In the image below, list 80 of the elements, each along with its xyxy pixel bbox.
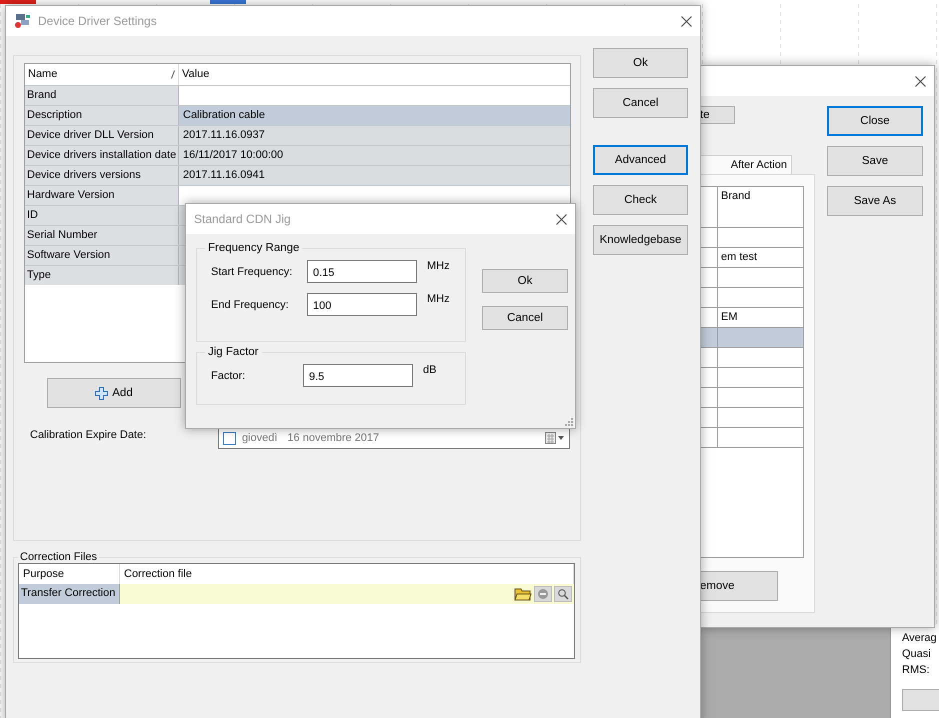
search-icon[interactable] [554, 586, 572, 602]
measure-label: Quasi [902, 647, 932, 662]
property-name: Device driver DLL Version [25, 126, 179, 145]
measure-label: RMS: [902, 663, 930, 678]
dialog-button[interactable]: Save As [827, 186, 923, 216]
table-cell[interactable]: Transfer Correction [19, 584, 120, 604]
group-title: Jig Factor [207, 346, 260, 358]
unit-label: dB [423, 364, 436, 376]
dialog-button[interactable]: Knowledgebase [593, 225, 688, 255]
file-field[interactable] [120, 584, 574, 604]
property-name: ID [25, 206, 179, 225]
folder-icon[interactable] [514, 586, 532, 602]
dialog-button[interactable]: Close [827, 106, 923, 136]
window-title: Standard CDN Jig [194, 212, 292, 226]
dialog-button[interactable]: Cancel [593, 88, 688, 118]
table-row[interactable] [700, 388, 803, 408]
input-field[interactable]: 9.5 [303, 364, 413, 387]
field-label: Factor: [211, 370, 246, 382]
close-icon[interactable] [915, 76, 926, 86]
table-row[interactable] [700, 268, 803, 288]
calendar-dropdown-icon[interactable] [545, 432, 565, 444]
property-value[interactable]: 16/11/2017 10:00:00 [179, 146, 570, 165]
property-value[interactable]: Calibration cable [179, 106, 570, 125]
table-cell: em test [717, 248, 803, 267]
date-text: 16 novembre 2017 [287, 432, 380, 444]
property-name: Serial Number [25, 226, 179, 245]
weekday-text: giovedì [242, 432, 278, 444]
property-name: Brand [25, 86, 179, 105]
add-button[interactable]: Add [47, 378, 181, 408]
property-name: Description [25, 106, 179, 125]
window-title: Device Driver Settings [38, 14, 158, 28]
sort-indicator-icon [171, 70, 175, 79]
plus-icon [95, 386, 108, 400]
dialog-button[interactable]: Advanced [593, 145, 688, 175]
partial-button[interactable]: te [700, 106, 735, 124]
property-name: Software Version [25, 246, 179, 265]
dialog-button[interactable]: Cancel [482, 306, 568, 330]
side-button[interactable] [902, 689, 939, 711]
app-icon [14, 13, 32, 29]
table-row[interactable] [700, 328, 803, 348]
unit-label: MHz [427, 260, 450, 272]
dialog-button[interactable]: Ok [593, 48, 688, 78]
table-cell: EM [717, 308, 803, 327]
tab[interactable]: After Action [700, 155, 792, 174]
remove-button[interactable]: emove [700, 571, 778, 601]
dialog-button[interactable]: Save [827, 146, 923, 176]
close-icon[interactable] [681, 16, 692, 26]
close-icon[interactable] [556, 214, 567, 224]
field-label: Calibration Expire Date: [30, 428, 148, 441]
dialog-button[interactable]: Ok [482, 269, 568, 293]
table-row[interactable]: EM [700, 308, 803, 328]
unit-label: MHz [427, 293, 450, 305]
field-label: Start Frequency: [211, 266, 294, 278]
input-field[interactable]: 0.15 [307, 260, 417, 283]
table-row[interactable]: Brand [700, 187, 803, 228]
table-cell: Brand [717, 187, 803, 227]
table-row[interactable] [700, 348, 803, 368]
table-row[interactable] [700, 228, 803, 248]
field-label: End Frequency: [211, 298, 290, 310]
group-title: Correction Files [19, 551, 98, 563]
measure-label: Averag [902, 631, 938, 646]
resize-grip-icon[interactable] [565, 418, 573, 426]
group-title: Frequency Range [207, 242, 300, 254]
table-row[interactable] [700, 428, 803, 448]
table-row[interactable] [700, 368, 803, 388]
property-name: Type [25, 266, 179, 285]
column-header[interactable]: Value [182, 68, 210, 81]
column-header[interactable]: Name [28, 68, 58, 81]
property-value[interactable]: 2017.11.16.0941 [179, 166, 570, 185]
table-row[interactable]: em test [700, 248, 803, 268]
dialog-button[interactable]: Check [593, 185, 688, 215]
table-row[interactable] [700, 408, 803, 428]
property-name: Hardware Version [25, 186, 179, 205]
date-picker[interactable]: giovedì 16 novembre 2017 [218, 427, 570, 449]
property-value[interactable]: 2017.11.16.0937 [179, 126, 570, 145]
checkbox[interactable] [222, 432, 236, 444]
table-row[interactable] [700, 288, 803, 308]
property-name: Device drivers installation date [25, 146, 179, 165]
input-field[interactable]: 100 [307, 293, 417, 316]
property-name: Device drivers versions [25, 166, 179, 185]
